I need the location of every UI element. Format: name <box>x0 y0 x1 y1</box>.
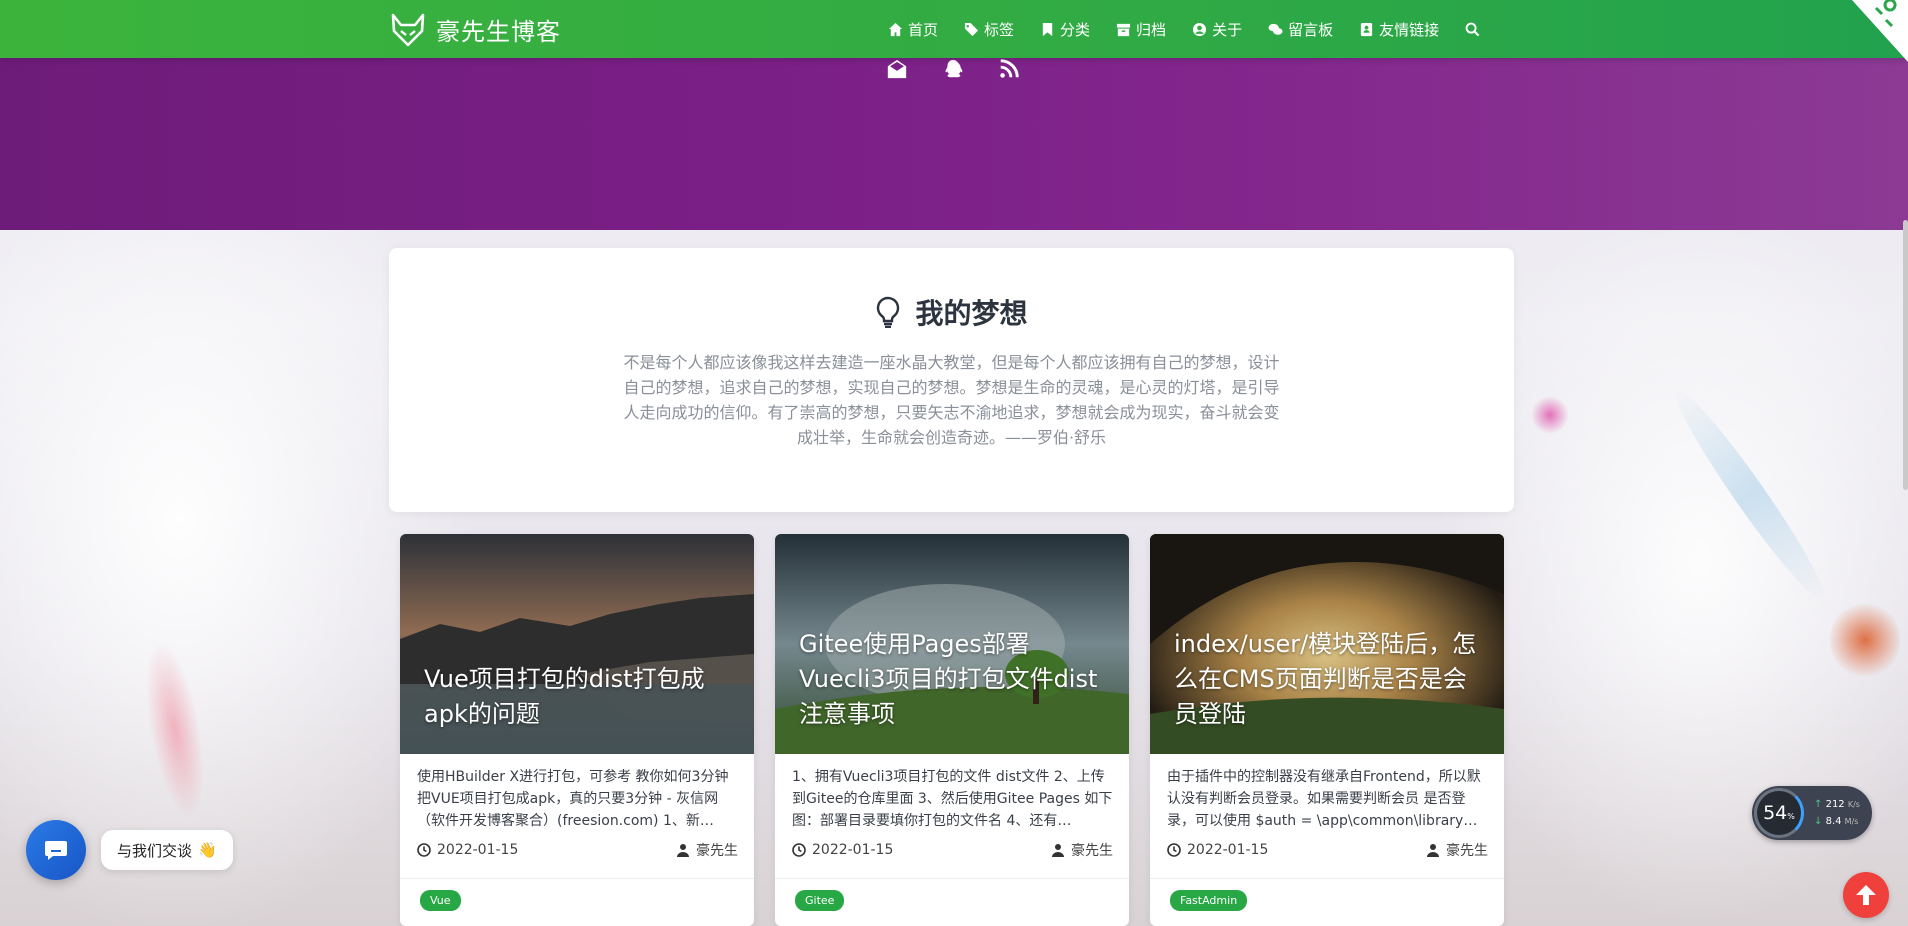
dream-card: 我的梦想 不是每个人都应该像我这样去建造一座水晶大教堂，但是每个人都应该拥有自己… <box>389 248 1514 512</box>
user-icon <box>1052 844 1064 857</box>
qq-icon[interactable] <box>942 58 964 80</box>
chat-label: 与我们交谈 <box>117 841 193 860</box>
post-author[interactable]: 豪先生 <box>1426 840 1488 860</box>
post-card[interactable]: index/user/模块登陆后，怎么在CMS页面判断是否是会员登陆 由于插件中… <box>1150 534 1504 926</box>
nav-search[interactable] <box>1465 22 1480 37</box>
bg-streak <box>134 637 216 823</box>
chat-bubble-icon <box>45 841 67 860</box>
post-excerpt: 1、拥有Vuecli3项目打包的文件 dist文件 2、上传到Gitee的仓库里… <box>792 769 1113 829</box>
brand-name: 豪先生博客 <box>436 18 561 46</box>
post-date: 2022-01-15 <box>792 842 893 858</box>
divider <box>1150 878 1504 879</box>
nav-item-home[interactable]: 首页 <box>888 19 938 40</box>
clock-icon <box>417 843 431 857</box>
upload-arrow-icon: ↑ <box>1814 799 1823 810</box>
post-meta: 2022-01-15 豪先生 <box>417 840 738 860</box>
main-nav: 首页 标签 分类 归档 关于 留言板 友情链接 <box>888 0 1480 58</box>
post-tag[interactable]: Vue <box>420 890 461 911</box>
post-list: Vue项目打包的dist打包成apk的问题 使用HBuilder X进行打包，可… <box>400 534 1504 926</box>
dream-heading: 我的梦想 <box>389 292 1514 332</box>
post-author[interactable]: 豪先生 <box>1051 840 1113 860</box>
post-date: 2022-01-15 <box>1167 842 1268 858</box>
post-meta: 2022-01-15 豪先生 <box>1167 840 1488 860</box>
bg-streak <box>1532 395 1568 435</box>
user-icon <box>1427 844 1439 857</box>
post-author[interactable]: 豪先生 <box>676 840 738 860</box>
post-title[interactable]: index/user/模块登陆后，怎么在CMS页面判断是否是会员登陆 <box>1174 627 1484 732</box>
scrollbar[interactable] <box>1903 220 1908 490</box>
post-thumbnail[interactable]: Vue项目打包的dist打包成apk的问题 <box>400 534 754 754</box>
top-navbar: 豪先生博客 首页 标签 分类 归档 关于 留言板 友情链接 <box>0 0 1908 62</box>
comments-icon <box>1268 23 1283 35</box>
social-links <box>886 58 1020 80</box>
nav-item-friend-links[interactable]: 友情链接 <box>1359 19 1439 40</box>
post-excerpt: 由于插件中的控制器没有继承自Frontend，所以默认没有判断会员登录。如果需要… <box>1167 769 1481 829</box>
archive-icon <box>1116 23 1131 36</box>
memory-gauge: 54% <box>1754 788 1804 838</box>
post-date: 2022-01-15 <box>417 842 518 858</box>
post-thumbnail[interactable]: Gitee使用Pages部署Vuecli3项目的打包文件dist注意事项 <box>775 534 1129 754</box>
arrow-up-icon <box>1856 885 1876 905</box>
post-thumbnail[interactable]: index/user/模块登陆后，怎么在CMS页面判断是否是会员登陆 <box>1150 534 1504 754</box>
home-icon <box>888 22 903 36</box>
clock-icon <box>1167 843 1181 857</box>
github-corner-icon[interactable] <box>1838 0 1908 62</box>
post-card[interactable]: Vue项目打包的dist打包成apk的问题 使用HBuilder X进行打包，可… <box>400 534 754 926</box>
post-title[interactable]: Vue项目打包的dist打包成apk的问题 <box>424 662 734 732</box>
dream-quote: 不是每个人都应该像我这样去建造一座水晶大教堂，但是每个人都应该拥有自己的梦想，设… <box>623 353 1280 447</box>
post-tag[interactable]: Gitee <box>795 890 845 911</box>
chat-prompt[interactable]: 与我们交谈 👋 <box>101 830 233 870</box>
nav-item-about[interactable]: 关于 <box>1192 19 1242 40</box>
bookmark-icon <box>1042 22 1053 36</box>
user-circle-icon <box>1193 22 1207 36</box>
search-icon <box>1465 22 1480 36</box>
fox-logo-icon <box>391 13 425 46</box>
nav-item-categories[interactable]: 分类 <box>1040 19 1090 40</box>
bg-streak <box>1830 600 1900 680</box>
post-meta: 2022-01-15 豪先生 <box>792 840 1113 860</box>
envelope-open-icon[interactable] <box>886 58 908 80</box>
waving-hand-icon: 👋 <box>198 841 217 859</box>
post-excerpt: 使用HBuilder X进行打包，可参考 教你如何3分钟把VUE项目打包成apk… <box>417 769 729 829</box>
dream-title: 我的梦想 <box>915 297 1028 330</box>
post-tag[interactable]: FastAdmin <box>1170 890 1248 911</box>
back-to-top-button[interactable] <box>1843 872 1889 918</box>
download-arrow-icon: ↓ <box>1814 816 1823 827</box>
post-card[interactable]: Gitee使用Pages部署Vuecli3项目的打包文件dist注意事项 1、拥… <box>775 534 1129 926</box>
speed-readout: ↑ 212 K/s ↓ 8.4 M/s <box>1814 799 1860 827</box>
divider <box>400 878 754 879</box>
nav-item-archive[interactable]: 归档 <box>1116 19 1166 40</box>
bg-streak <box>1663 379 1837 611</box>
nav-item-tags[interactable]: 标签 <box>964 19 1014 40</box>
divider <box>775 878 1129 879</box>
chat-button[interactable] <box>26 820 86 880</box>
post-title[interactable]: Gitee使用Pages部署Vuecli3项目的打包文件dist注意事项 <box>799 627 1109 732</box>
clock-icon <box>792 843 806 857</box>
lightbulb-icon <box>877 296 900 328</box>
rss-icon[interactable] <box>998 58 1020 80</box>
address-card-icon <box>1360 22 1373 36</box>
nav-item-guestbook[interactable]: 留言板 <box>1268 19 1333 40</box>
brand[interactable]: 豪先生博客 <box>390 12 561 47</box>
tags-icon <box>964 22 979 36</box>
user-icon <box>677 844 689 857</box>
network-speed-widget[interactable]: 54% ↑ 212 K/s ↓ 8.4 M/s <box>1752 786 1872 840</box>
